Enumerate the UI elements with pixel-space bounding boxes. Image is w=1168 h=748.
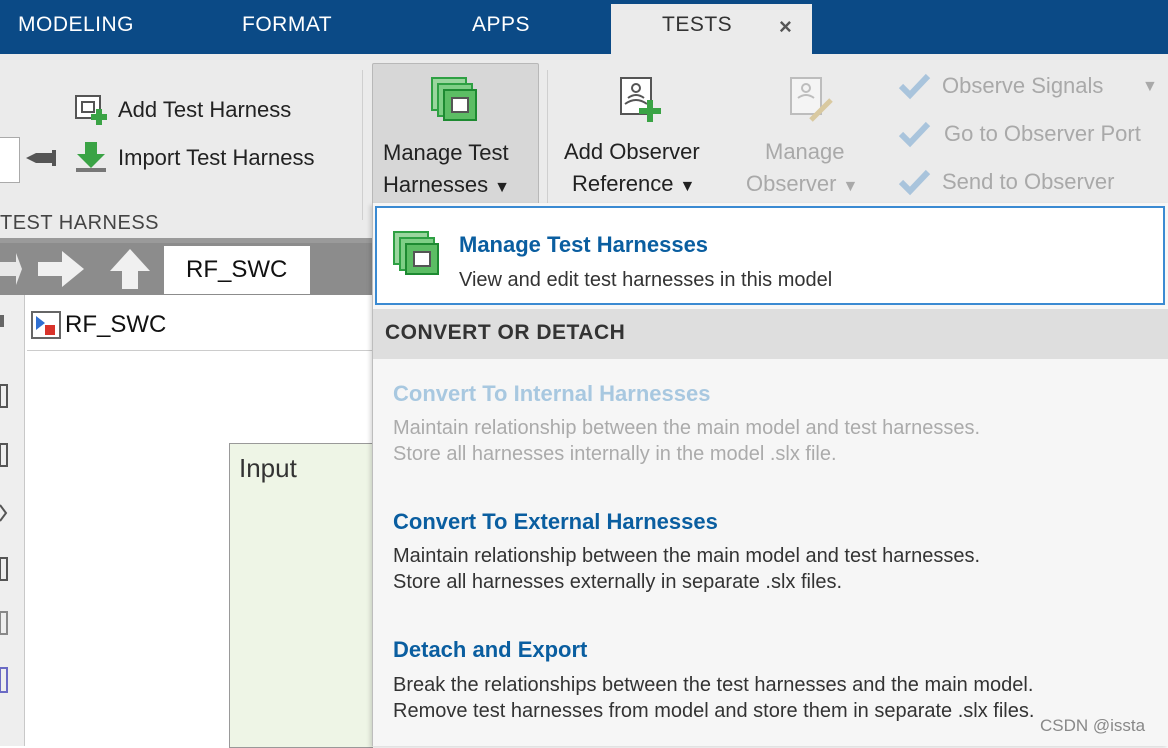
area-icon[interactable] xyxy=(0,665,10,695)
chevron-down-icon: ▼ xyxy=(842,178,859,195)
menu-item-description: Store all harnesses internally in the mo… xyxy=(393,443,837,465)
model-icon xyxy=(31,311,61,339)
pin-icon[interactable] xyxy=(26,148,58,168)
manage-observer-label-1: Manage xyxy=(765,139,845,164)
annotation-icon[interactable] xyxy=(0,555,10,583)
add-observer-icon xyxy=(620,77,661,122)
menu-item-manage-test-harnesses[interactable]: Manage Test Harnesses View and edit test… xyxy=(375,206,1165,305)
menu-item-title: Detach and Export xyxy=(393,637,588,662)
tab-format[interactable]: FORMAT xyxy=(242,0,332,54)
add-test-harness-label: Add Test Harness xyxy=(118,97,292,122)
tab-tests[interactable]: TESTS × xyxy=(611,4,812,54)
menu-item-description: Store all harnesses externally in separa… xyxy=(393,571,843,593)
hide-browser-icon[interactable] xyxy=(0,313,6,329)
checkmark-icon xyxy=(898,169,931,196)
add-observer-label-2: Reference xyxy=(572,171,674,196)
toolstrip-tab-bar: MODELING FORMAT APPS TESTS × xyxy=(0,0,1168,54)
manage-harnesses-icon xyxy=(431,77,477,121)
import-arrow-icon xyxy=(76,142,106,172)
import-test-harness-label: Import Test Harness xyxy=(118,145,315,170)
tab-tests-label: TESTS xyxy=(662,13,733,36)
checkmark-icon xyxy=(898,121,931,148)
ribbon-divider xyxy=(362,70,363,220)
convert-or-detach-header: CONVERT OR DETACH xyxy=(385,321,626,344)
menu-section-header: CONVERT OR DETACH xyxy=(373,309,1168,359)
arrows-icon[interactable] xyxy=(0,499,10,527)
menu-item-description: Remove test harnesses from model and sto… xyxy=(393,700,1035,722)
palette-strip xyxy=(0,295,25,746)
go-to-observer-port-label: Go to Observer Port xyxy=(944,121,1141,146)
image-icon[interactable] xyxy=(0,609,10,637)
send-to-observer-label: Send to Observer xyxy=(942,169,1115,194)
zoom-icon[interactable] xyxy=(0,381,10,411)
manage-observer-icon xyxy=(790,77,833,122)
menu-item-description: View and edit test harnesses in this mod… xyxy=(459,269,833,291)
model-tab-label: RF_SWC xyxy=(186,256,288,283)
checkmark-icon xyxy=(898,73,931,100)
manage-test-harnesses-label-1: Manage Test xyxy=(383,140,509,165)
ribbon-divider xyxy=(547,70,548,220)
harness-selector-input[interactable] xyxy=(0,137,20,183)
menu-item-title: Manage Test Harnesses xyxy=(459,232,709,257)
watermark: CSDN @issta xyxy=(1040,716,1146,735)
model-breadcrumb[interactable]: RF_SWC xyxy=(27,300,372,351)
back-arrow-icon[interactable] xyxy=(0,249,22,289)
chevron-down-icon: ▼ xyxy=(1142,78,1158,95)
fit-view-icon[interactable] xyxy=(0,441,10,469)
manage-harnesses-icon xyxy=(393,231,439,275)
tab-apps[interactable]: APPS xyxy=(472,0,530,54)
chevron-down-icon: ▼ xyxy=(679,178,696,195)
manage-test-harnesses-label-2: Harnesses xyxy=(383,172,489,197)
input-subsystem-block[interactable]: Input xyxy=(229,443,373,748)
manage-observer-label-2: Observer xyxy=(746,171,837,196)
add-harness-icon xyxy=(75,95,107,125)
forward-arrow-icon[interactable] xyxy=(38,249,86,289)
menu-item-description: Break the relationships between the test… xyxy=(393,674,1034,696)
chevron-down-icon: ▼ xyxy=(494,179,510,196)
manage-test-harnesses-button[interactable]: Manage Test Harnesses ▼ xyxy=(372,63,539,205)
up-arrow-icon[interactable] xyxy=(108,247,152,291)
tab-modeling[interactable]: MODELING xyxy=(18,0,134,54)
model-tab-rf-swc[interactable]: RF_SWC xyxy=(164,246,310,294)
add-observer-label-1: Add Observer xyxy=(564,139,700,164)
manage-test-harnesses-menu: Manage Test Harnesses View and edit test… xyxy=(372,203,1168,746)
input-block-label: Input xyxy=(239,453,297,483)
observe-signals-label: Observe Signals xyxy=(942,73,1104,98)
close-icon[interactable]: × xyxy=(779,14,792,40)
menu-item-title: Convert To External Harnesses xyxy=(393,509,718,534)
menu-item-description: Maintain relationship between the main m… xyxy=(393,545,981,567)
test-harness-section-label: TEST HARNESS xyxy=(0,212,159,234)
breadcrumb-model-name: RF_SWC xyxy=(65,311,167,338)
menu-item-description: Maintain relationship between the main m… xyxy=(393,417,981,439)
menu-item-title: Convert To Internal Harnesses xyxy=(393,381,711,406)
